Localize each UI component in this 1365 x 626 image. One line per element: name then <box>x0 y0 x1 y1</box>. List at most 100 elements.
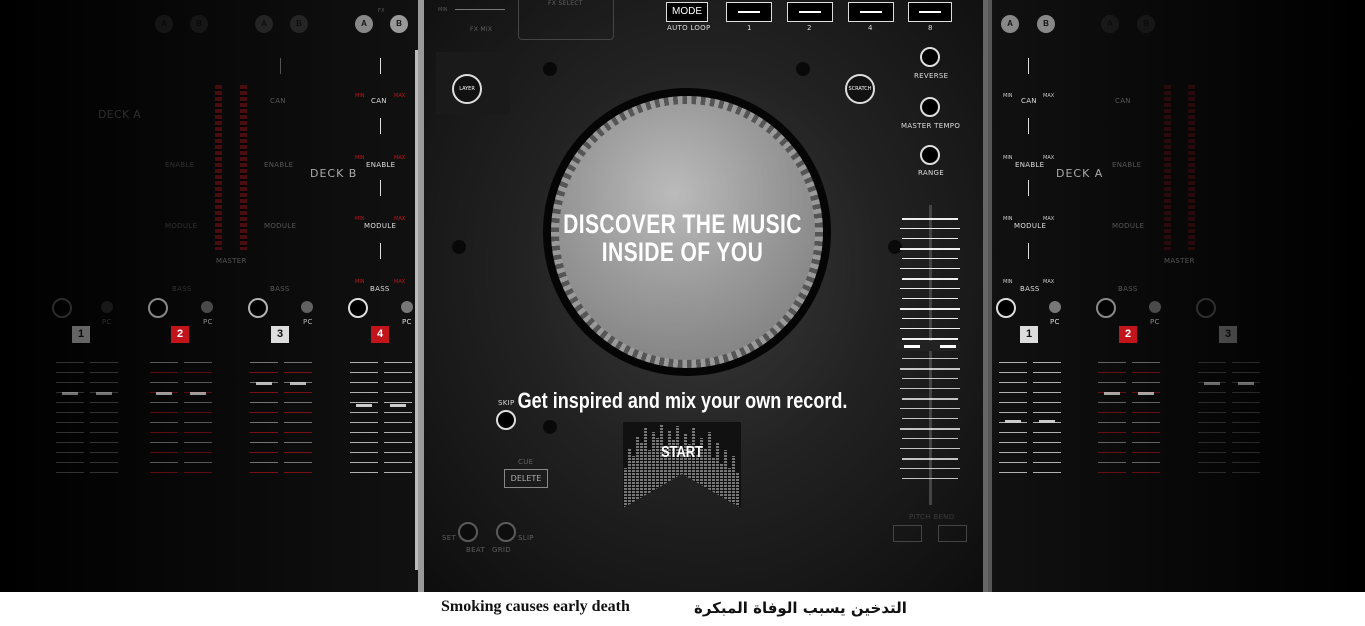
ab-button-b-ch1-right[interactable]: B <box>1037 15 1055 33</box>
cue-knob-ch4[interactable] <box>348 298 368 318</box>
scratch-button[interactable]: SCRATCH <box>845 74 875 104</box>
fader-tick <box>90 432 118 433</box>
slip-button[interactable] <box>496 522 516 542</box>
pc-label-ch2: PC <box>203 318 213 326</box>
fader-handle[interactable] <box>1005 420 1021 423</box>
knob-label-bass-ch3: BASS <box>270 285 290 293</box>
fader-tick <box>284 462 312 463</box>
pitch-tick <box>900 328 960 329</box>
fader-tick <box>1132 422 1160 423</box>
right-mixer-panel: A B A B DECK A MASTER MIN MAX CAN MIN MA… <box>988 0 1365 592</box>
set-button[interactable] <box>458 522 478 542</box>
fader-handle[interactable] <box>1138 392 1154 395</box>
pc-label-right-ch2: PC <box>1150 318 1160 326</box>
loop-label-4: 4 <box>868 24 873 32</box>
pc-button-right-ch2[interactable] <box>1149 301 1161 313</box>
ab-button-a-ch1-right[interactable]: A <box>1001 15 1019 33</box>
channel-number-1[interactable]: 1 <box>72 326 90 343</box>
fader-tick <box>999 432 1027 433</box>
fader-tick <box>150 422 178 423</box>
loop-button-2[interactable] <box>787 2 833 22</box>
fader-tick <box>1132 412 1160 413</box>
min-label: MIN <box>355 279 365 285</box>
fader-tick <box>1198 422 1226 423</box>
fader-tick <box>250 472 278 473</box>
master-label-right: MASTER <box>1164 257 1195 265</box>
fader-tick <box>284 422 312 423</box>
loop-button-1[interactable] <box>726 2 772 22</box>
fader-tick <box>1098 372 1126 373</box>
screw-dot <box>543 420 557 434</box>
ab-button-a-ch2-right[interactable]: A <box>1101 15 1119 33</box>
ab-button-a-ch3[interactable]: A <box>255 15 273 33</box>
fader-tick <box>56 382 84 383</box>
ab-button-a-ch1[interactable]: A <box>155 15 173 33</box>
pitch-bend-minus-button[interactable] <box>893 525 922 542</box>
fader-handle[interactable] <box>290 382 306 385</box>
master-tempo-button[interactable] <box>920 97 940 117</box>
ab-button-b-ch4[interactable]: B <box>390 15 408 33</box>
range-button[interactable] <box>920 145 940 165</box>
equalizer-bar <box>632 456 635 508</box>
fader-tick <box>184 472 212 473</box>
pc-button-right-ch1[interactable] <box>1049 301 1061 313</box>
fader-tick <box>90 412 118 413</box>
start-button[interactable]: START <box>623 422 741 508</box>
fader-handle[interactable] <box>1238 382 1254 385</box>
fader-tick <box>150 372 178 373</box>
fader-handle[interactable] <box>96 392 112 395</box>
fader-tick <box>250 452 278 453</box>
screw-dot <box>796 62 810 76</box>
level-meter-right-2 <box>1188 85 1195 250</box>
pc-label-ch4: PC <box>402 318 412 326</box>
cue-knob-right-ch3[interactable] <box>1196 298 1216 318</box>
channel-number-4[interactable]: 4 <box>371 326 389 343</box>
left-mixer-panel: DECK A DECK B MASTER A B A B FX A B CAN … <box>0 0 418 592</box>
pc-button-ch2[interactable] <box>201 301 213 313</box>
cue-knob-ch3[interactable] <box>248 298 268 318</box>
channel-number-right-2[interactable]: 2 <box>1119 326 1137 343</box>
fader-tick <box>1098 402 1126 403</box>
fader-tick <box>250 372 278 373</box>
pc-button-ch4[interactable] <box>401 301 413 313</box>
fader-tick <box>1132 362 1160 363</box>
channel-number-3[interactable]: 3 <box>271 326 289 343</box>
cue-knob-ch2[interactable] <box>148 298 168 318</box>
fader-tick <box>250 432 278 433</box>
knob-tick <box>1028 243 1029 259</box>
mode-button[interactable]: MODE <box>666 2 708 22</box>
channel-number-2[interactable]: 2 <box>171 326 189 343</box>
max-label: MAX <box>1043 279 1055 285</box>
loop-button-4[interactable] <box>848 2 894 22</box>
fader-handle[interactable] <box>1039 420 1055 423</box>
fader-handle[interactable] <box>256 382 272 385</box>
fader-handle[interactable] <box>62 392 78 395</box>
pc-button-ch1[interactable] <box>101 301 113 313</box>
channel-number-right-1[interactable]: 1 <box>1020 326 1038 343</box>
fader-tick <box>1098 432 1126 433</box>
fader-tick <box>284 362 312 363</box>
fader-tick <box>1232 412 1260 413</box>
pitch-bend-plus-button[interactable] <box>938 525 967 542</box>
pc-button-ch3[interactable] <box>301 301 313 313</box>
fader-handle[interactable] <box>1204 382 1220 385</box>
cue-knob-ch1[interactable] <box>52 298 72 318</box>
ab-button-b-ch2-right[interactable]: B <box>1137 15 1155 33</box>
channel-number-right-3[interactable]: 3 <box>1219 326 1237 343</box>
ab-button-b-ch1[interactable]: B <box>190 15 208 33</box>
cue-knob-right-ch2[interactable] <box>1096 298 1116 318</box>
max-label: MAX <box>394 155 406 161</box>
knob-tick <box>380 180 381 196</box>
fader-tick <box>56 442 84 443</box>
layer-button[interactable]: LAYER <box>452 74 482 104</box>
fader-tick <box>384 442 412 443</box>
ab-button-b-ch3[interactable]: B <box>290 15 308 33</box>
loop-button-8[interactable] <box>908 2 952 22</box>
delete-button[interactable]: DELETE <box>504 469 548 488</box>
fader-tick <box>384 382 412 383</box>
fader-tick <box>350 362 378 363</box>
fader-handle[interactable] <box>1104 392 1120 395</box>
cue-knob-right-ch1[interactable] <box>996 298 1016 318</box>
ab-button-a-ch4[interactable]: A <box>355 15 373 33</box>
reverse-button[interactable] <box>920 47 940 67</box>
